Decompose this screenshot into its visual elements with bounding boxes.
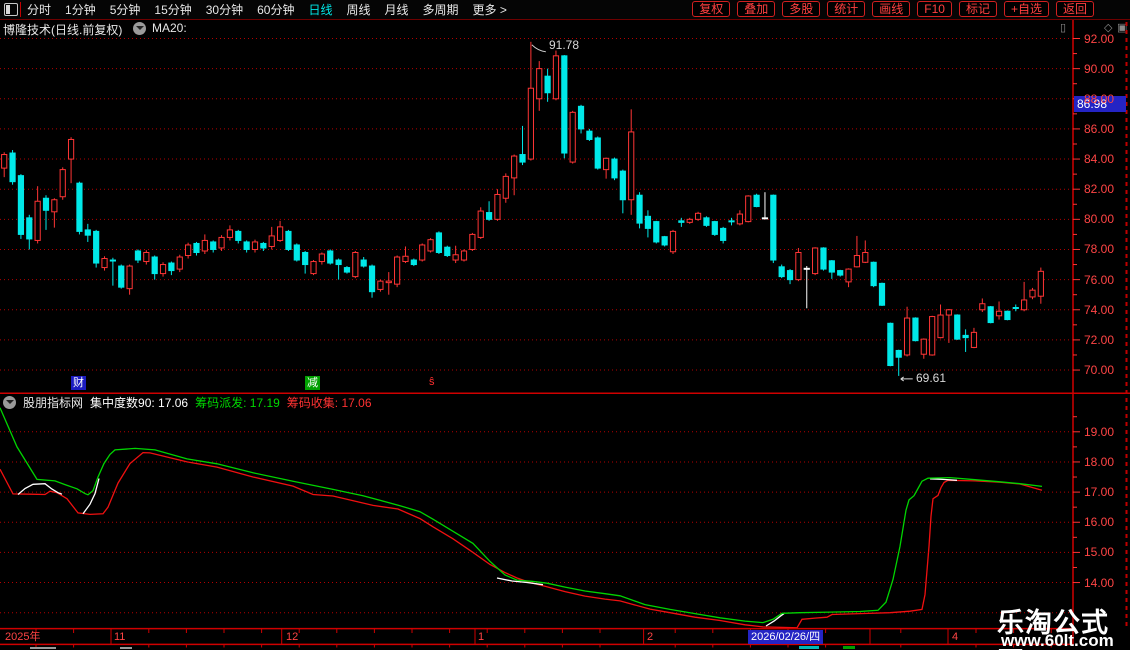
price-axis-label: 92.00 <box>1084 31 1115 46</box>
indicator-value-distribution: 筹码派发: 17.19 <box>195 396 280 410</box>
indicator-line-series[interactable] <box>0 407 1043 629</box>
selected-date-tag: 2026/02/26/四 <box>748 630 824 644</box>
clipped-status-text <box>843 646 855 649</box>
indicator-chevron-icon[interactable] <box>3 396 16 409</box>
time-axis-year-label: 2025年 <box>5 631 41 643</box>
indicator-axis-label: 15.00 <box>1084 545 1115 560</box>
watermark-site-url: www.60lt.com <box>1001 631 1114 650</box>
indicator-value-concentration: 集中度数90: 17.06 <box>90 396 189 410</box>
price-axis-label: 88.00 <box>1084 91 1115 106</box>
clipped-status-text <box>120 647 132 649</box>
indicator-axis-label: 14.00 <box>1084 575 1115 590</box>
time-axis-month-label: 11 <box>114 631 126 643</box>
price-axis-label: 72.00 <box>1084 332 1115 347</box>
indicator-axis-label: 18.00 <box>1084 454 1115 469</box>
indicator-axis-label: 16.00 <box>1084 515 1115 530</box>
chart-event-marker: 财 <box>71 376 86 390</box>
stock-app-window: 分时 1分钟 5分钟 15分钟 30分钟 60分钟 日线 周线 月线 多周期 更多 > 复权 叠加 多股… <box>0 0 1130 650</box>
indicator-axis-label: 19.00 <box>1084 424 1115 439</box>
time-axis-month-label: 1 <box>478 631 485 643</box>
indicator-value-collection: 筹码收集: 17.06 <box>286 396 372 410</box>
chart-event-marker: ŝ <box>429 376 435 388</box>
indicator-header: 股朋指标网 集中度数90: 17.06 筹码派发: 17.19 筹码收集: 17… <box>3 395 372 410</box>
low-price-annotation: 69.61 <box>916 371 947 385</box>
price-axis-label: 76.00 <box>1084 272 1115 287</box>
high-price-annotation: 91.78 <box>549 38 580 52</box>
clipped-status-text <box>30 647 56 649</box>
clipped-status-text <box>799 646 819 649</box>
price-axis-label: 86.00 <box>1084 121 1115 136</box>
indicator-source-label: 股朋指标网 <box>23 396 84 410</box>
time-axis-month-label: 2 <box>647 631 654 643</box>
time-axis-month-label: 4 <box>952 631 959 643</box>
indicator-axis-label: 17.00 <box>1084 485 1115 500</box>
price-axis-label: 78.00 <box>1084 242 1115 257</box>
indicator-gridlines <box>0 431 1073 614</box>
price-axis-label: 70.00 <box>1084 363 1115 378</box>
chart-canvas[interactable] <box>0 0 1130 650</box>
price-axis-label: 84.00 <box>1084 152 1115 167</box>
price-axis-label: 82.00 <box>1084 182 1115 197</box>
price-axis-label: 80.00 <box>1084 212 1115 227</box>
time-axis-month-label: 12 <box>286 631 299 643</box>
price-axis-label: 90.00 <box>1084 61 1115 76</box>
price-axis-label: 74.00 <box>1084 302 1115 317</box>
candlestick-series[interactable] <box>1 41 1044 382</box>
chart-event-marker: 减 <box>305 376 320 390</box>
